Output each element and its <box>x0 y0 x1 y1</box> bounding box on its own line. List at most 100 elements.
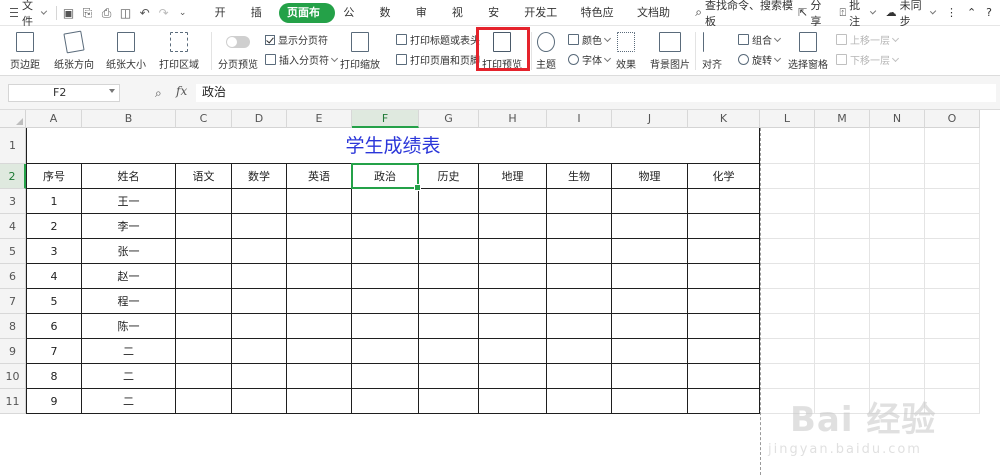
table-cell[interactable] <box>870 214 925 239</box>
row-header-11[interactable]: 11 <box>0 389 26 414</box>
column-header-d[interactable]: D <box>232 110 287 128</box>
table-cell[interactable] <box>688 314 760 339</box>
tab-2[interactable]: 页面布局 <box>278 2 336 39</box>
table-cell[interactable]: 程一 <box>82 289 176 314</box>
table-cell[interactable] <box>925 364 980 389</box>
table-cell[interactable] <box>352 189 419 214</box>
help-icon[interactable]: ? <box>986 6 992 19</box>
table-cell[interactable] <box>547 364 612 389</box>
fonts-button[interactable]: 字体 <box>568 52 612 67</box>
table-cell[interactable]: 赵一 <box>82 264 176 289</box>
table-cell[interactable] <box>612 289 688 314</box>
background-image-button[interactable]: 背景图片 <box>650 32 690 71</box>
table-cell[interactable] <box>760 264 815 289</box>
table-cell[interactable] <box>612 339 688 364</box>
header-cell[interactable] <box>870 164 925 189</box>
header-cell[interactable]: 语文 <box>176 164 232 189</box>
table-cell[interactable] <box>287 239 352 264</box>
table-cell[interactable] <box>232 189 287 214</box>
table-cell[interactable]: 6 <box>26 314 82 339</box>
table-cell[interactable]: 8 <box>26 364 82 389</box>
table-cell[interactable] <box>176 389 232 414</box>
table-cell[interactable] <box>870 314 925 339</box>
table-cell[interactable]: 4 <box>26 264 82 289</box>
table-cell[interactable] <box>815 214 870 239</box>
header-cell[interactable]: 化学 <box>688 164 760 189</box>
export-icon[interactable]: ⎘ <box>82 7 94 19</box>
table-cell[interactable] <box>352 314 419 339</box>
row-header-1[interactable]: 1 <box>0 128 26 164</box>
table-cell[interactable] <box>287 264 352 289</box>
table-cell[interactable] <box>688 239 760 264</box>
table-cell[interactable] <box>547 289 612 314</box>
selection-pane-button[interactable]: 选择窗格 <box>788 32 828 71</box>
table-cell[interactable] <box>688 364 760 389</box>
row-header-3[interactable]: 3 <box>0 189 26 214</box>
sync-status[interactable]: ☁ 未同步 <box>886 0 938 29</box>
table-cell[interactable] <box>870 189 925 214</box>
table-cell[interactable] <box>925 339 980 364</box>
table-cell[interactable] <box>547 314 612 339</box>
tab-0[interactable]: 开始 <box>207 3 243 39</box>
effects-button[interactable]: 效果 <box>616 32 636 71</box>
table-cell[interactable]: 二 <box>82 364 176 389</box>
table-cell[interactable] <box>688 389 760 414</box>
header-cell[interactable]: 物理 <box>612 164 688 189</box>
comment-button[interactable]: ⍐ 批注 <box>839 0 877 29</box>
table-cell[interactable] <box>287 389 352 414</box>
tab-10[interactable]: 文档助手 <box>629 3 685 39</box>
cell[interactable] <box>815 128 870 164</box>
name-box[interactable]: F2 <box>8 84 120 102</box>
row-header-9[interactable]: 9 <box>0 339 26 364</box>
table-cell[interactable] <box>688 289 760 314</box>
header-cell[interactable] <box>925 164 980 189</box>
margins-button[interactable]: 页边距 <box>10 32 40 71</box>
table-cell[interactable] <box>287 364 352 389</box>
table-cell[interactable] <box>870 239 925 264</box>
table-cell[interactable] <box>612 239 688 264</box>
table-cell[interactable] <box>352 339 419 364</box>
tab-7[interactable]: 安全 <box>480 3 516 39</box>
column-header-g[interactable]: G <box>419 110 479 128</box>
print-icon[interactable]: ⎙ <box>101 7 113 19</box>
orientation-button[interactable]: 纸张方向 <box>54 30 94 71</box>
table-cell[interactable] <box>176 189 232 214</box>
table-cell[interactable] <box>287 289 352 314</box>
table-cell[interactable] <box>547 239 612 264</box>
table-cell[interactable] <box>479 389 547 414</box>
row-header-8[interactable]: 8 <box>0 314 26 339</box>
table-cell[interactable] <box>547 264 612 289</box>
table-cell[interactable] <box>419 364 479 389</box>
column-header-i[interactable]: I <box>547 110 612 128</box>
header-cell[interactable]: 序号 <box>26 164 82 189</box>
print-titles-button[interactable]: 打印标题或表头 <box>396 32 480 47</box>
row-header-7[interactable]: 7 <box>0 289 26 314</box>
insert-page-break-button[interactable]: 插入分页符 <box>265 52 339 67</box>
table-cell[interactable]: 二 <box>82 339 176 364</box>
table-cell[interactable] <box>352 214 419 239</box>
row-header-5[interactable]: 5 <box>0 239 26 264</box>
table-cell[interactable] <box>176 239 232 264</box>
undo-icon[interactable]: ↶ <box>139 7 151 19</box>
table-cell[interactable] <box>352 364 419 389</box>
chevron-down-icon[interactable] <box>109 89 115 93</box>
table-cell[interactable] <box>419 264 479 289</box>
table-cell[interactable] <box>547 214 612 239</box>
table-cell[interactable] <box>287 339 352 364</box>
table-cell[interactable] <box>688 264 760 289</box>
table-cell[interactable] <box>232 339 287 364</box>
colors-button[interactable]: 颜色 <box>568 32 612 47</box>
table-cell[interactable] <box>760 339 815 364</box>
zoom-icon[interactable]: ⌕ <box>155 86 162 101</box>
header-cell[interactable]: 政治 <box>352 164 419 189</box>
table-cell[interactable] <box>760 239 815 264</box>
share-button[interactable]: ⇱ 分享 <box>798 0 829 29</box>
table-cell[interactable] <box>287 214 352 239</box>
tab-3[interactable]: 公式 <box>335 3 371 39</box>
show-page-break-checkbox[interactable]: 显示分页符 <box>265 32 328 47</box>
preview-icon[interactable]: ◫ <box>120 7 132 19</box>
table-cell[interactable] <box>176 339 232 364</box>
table-cell[interactable] <box>760 314 815 339</box>
redo-icon[interactable]: ↷ <box>158 7 170 19</box>
table-cell[interactable] <box>815 339 870 364</box>
